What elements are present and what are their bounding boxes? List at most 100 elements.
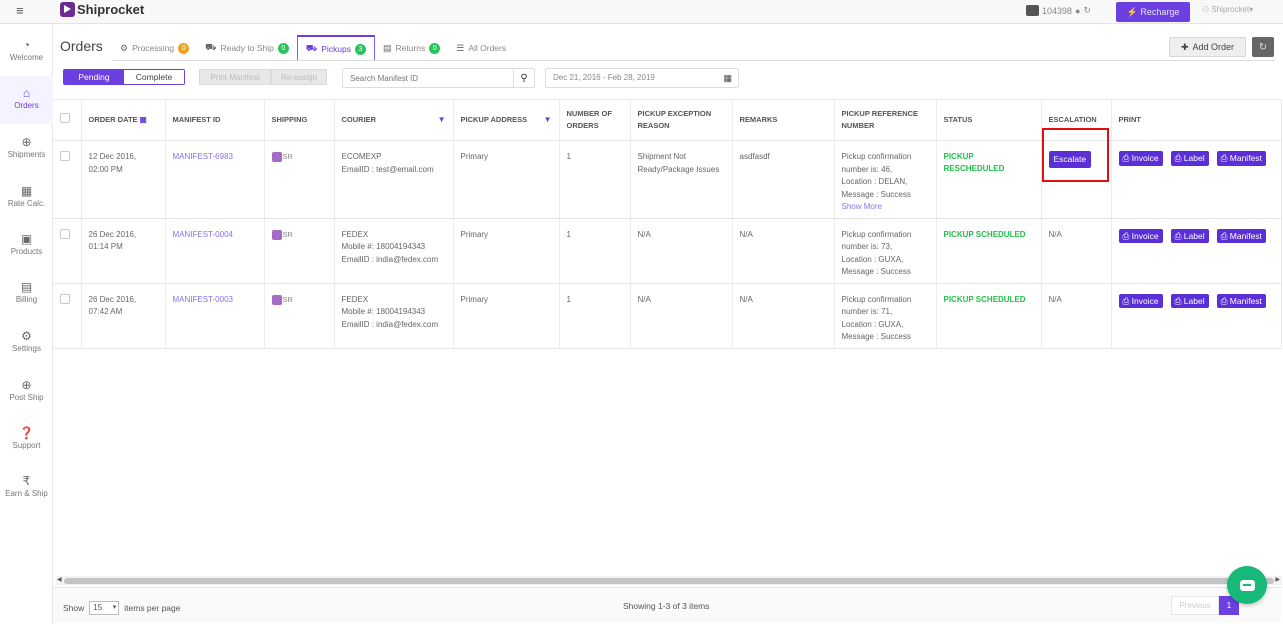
shiprocket-logo-icon [60,2,75,17]
row-checkbox[interactable] [60,228,70,239]
row-checkbox[interactable] [60,293,70,304]
sidebar-item-post-ship[interactable]: ⊕ Post Ship [0,378,53,402]
calendar-icon[interactable]: ▦ [140,115,147,124]
invoice-button[interactable]: ⎙ Invoice [1118,293,1163,308]
manifest-button[interactable]: ⎙ Manifest [1216,228,1266,243]
column-label: COURIER [341,115,377,124]
page-title: Orders [60,38,103,54]
pending-button[interactable]: Pending [64,70,124,84]
col-manifest-id: MANIFEST ID [165,99,265,141]
manifest-id-link[interactable]: MANIFEST-6983 [173,152,233,161]
add-order-button[interactable]: ✚ Add Order [1169,37,1246,57]
ref-line: Message : Success [841,267,911,276]
tab-label: Ready to Ship [220,43,274,53]
showing-count: Showing 1-3 of 3 items [623,601,710,611]
refresh-balance-icon[interactable]: ↻ [1083,5,1091,16]
calendar-icon[interactable]: ▦ [723,69,732,87]
refresh-button[interactable]: ↻ [1252,37,1274,57]
column-label: PICKUP ADDRESS [460,115,528,124]
pickup-address: Primary [453,218,560,284]
ref-line: number is: 71, [841,307,893,316]
sidebar-item-orders[interactable]: ⌂ Orders [0,86,53,110]
printer-icon: ⎙ [1174,230,1184,241]
select-all-checkbox[interactable] [60,113,70,123]
complete-button[interactable]: Complete [124,70,184,84]
print-manifest-button[interactable]: Print Manifest [199,69,271,85]
add-order-label: Add Order [1192,42,1235,52]
reassign-button[interactable]: Re-assign [271,69,327,85]
manifest-id-link[interactable]: MANIFEST-0004 [173,230,233,239]
manifest-id-link[interactable]: MANIFEST-0003 [173,295,233,304]
sidebar-item-shipments[interactable]: ⊕ Shipments [0,135,53,159]
date-range-picker[interactable]: Dec 21, 2016 - Feb 28, 2019 ▦ [545,68,739,88]
col-print: PRINT [1111,99,1282,141]
shiprocket-logo-icon [271,229,282,240]
col-number-of-orders: NUMBER OF ORDERS [559,99,631,141]
search-input[interactable] [343,69,511,87]
remarks: N/A [732,283,835,349]
escalate-button[interactable]: Escalate [1048,151,1092,168]
ref-line: Location : DELAN, [841,177,908,186]
col-remarks: REMARKS [732,99,835,141]
order-time: 02:00 PM [88,164,123,174]
sidebar-item-rate-calc[interactable]: ▦ Rate Calc. [0,184,53,208]
wallet-balance[interactable]: 104398 ● ↻ [1026,5,1091,16]
label-button[interactable]: ⎙ Label [1170,151,1209,166]
invoice-button[interactable]: ⎙ Invoice [1118,228,1163,243]
tab-label: Returns [395,43,426,53]
scroll-right-arrow-icon[interactable]: ▶ [1275,576,1280,583]
courier-contact: EmailID : india@fedex.com [341,254,439,264]
returns-icon: ▤ [382,42,392,53]
ref-line: Message : Success [841,332,911,341]
row-checkbox[interactable] [60,151,70,161]
brand-logo[interactable]: Shiprocket [60,2,144,17]
sidebar-item-billing[interactable]: ▤ Billing [0,280,53,304]
column-label: ORDER DATE [88,115,138,124]
tab-processing[interactable]: ⚙ Processing 0 [112,35,197,61]
top-bar: ≡ Shiprocket 104398 ● ↻ ⚡ Recharge ⚇ Shi… [0,0,1283,24]
wallet-id: 104398 [1042,5,1073,16]
user-name: Shiprocket [1211,5,1250,14]
scrollbar-thumb[interactable] [64,578,1274,584]
manifest-label: Manifest [1229,295,1262,306]
hamburger-menu-icon[interactable]: ≡ [16,3,24,18]
tab-all-orders[interactable]: ☰ All Orders [448,35,514,61]
shipping-label: SR [282,229,293,239]
tab-ready-to-ship[interactable]: ⛟ Ready to Ship 0 [197,35,297,61]
plus-icon: ✚ [1180,41,1189,52]
col-courier: COURIER ▼ [334,99,454,141]
sidebar-item-products[interactable]: ▣ Products [0,232,53,256]
search-icon[interactable]: ⚲ [513,69,534,87]
per-page-select[interactable]: 15 [89,601,120,615]
invoice-button[interactable]: ⎙ Invoice [1118,151,1163,166]
filter-icon[interactable]: ▼ [544,114,552,126]
manifest-button[interactable]: ⎙ Manifest [1216,293,1266,308]
sidebar-item-welcome[interactable]: ◔ Welcome [0,38,53,62]
sidebar-item-settings[interactable]: ⚙ Settings [0,329,53,353]
brand-name: Shiprocket [77,2,145,17]
filter-icon[interactable]: ▼ [438,114,446,126]
scroll-left-arrow-icon[interactable]: ◀ [57,576,62,583]
grid-icon: ▣ [20,232,33,246]
info-icon[interactable]: ● [1075,6,1080,16]
label-button[interactable]: ⎙ Label [1170,228,1209,243]
manifest-button[interactable]: ⎙ Manifest [1216,151,1266,166]
label-button[interactable]: ⎙ Label [1170,293,1209,308]
show-more-link[interactable]: Show More [842,201,929,214]
previous-button[interactable]: Previous [1171,596,1219,615]
pickup-exception-reason: Shipment Not Ready/Package Issues [630,140,733,219]
sidebar-item-earn-ship[interactable]: ₹ Earn & Ship [0,474,53,498]
invoice-label: Invoice [1131,295,1159,306]
horizontal-scrollbar[interactable]: ◀ ▶ [56,576,1282,585]
chat-support-button[interactable] [1227,566,1267,604]
recharge-button[interactable]: ⚡ Recharge [1116,2,1190,22]
col-shipping: SHIPPING [264,99,335,141]
col-escalation: ESCALATION [1041,99,1112,141]
sidebar-item-support[interactable]: ❓ Support [0,426,53,450]
tab-returns[interactable]: ▤ Returns 0 [375,35,448,61]
courier-contact: EmailID : india@fedex.com [341,319,439,329]
tab-pickups[interactable]: ⛟ Pickups 3 [296,35,375,61]
col-order-date[interactable]: ORDER DATE ▦ [81,99,166,141]
shipping-logo: SR [271,151,293,164]
user-menu[interactable]: ⚇ Shiprocket▾ [1202,5,1253,14]
